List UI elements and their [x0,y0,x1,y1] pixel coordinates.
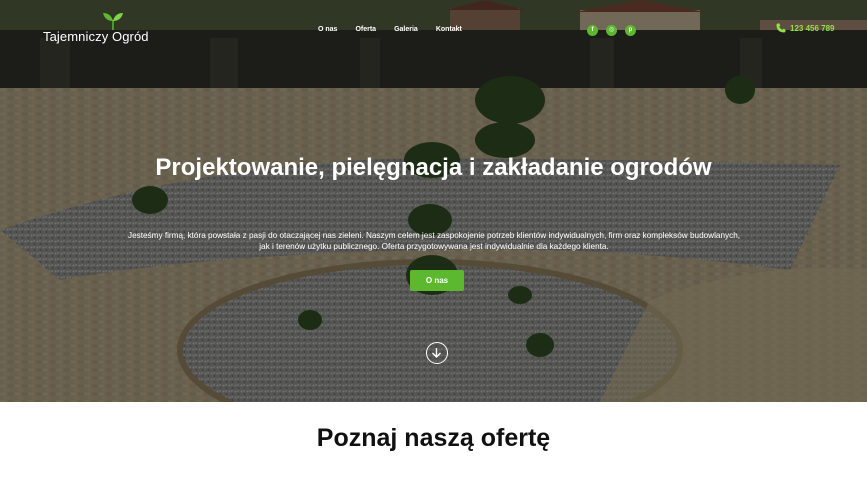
leaf-logo-icon [103,13,123,30]
phone-number: 123 456 789 [790,23,835,33]
logo[interactable]: Tajemniczy Ogród [43,12,158,46]
pinterest-icon[interactable]: p [625,25,636,36]
menu-item-galeria[interactable]: Galeria [394,26,418,33]
logo-text: Tajemniczy Ogród [43,29,149,44]
main-menu: O nas Oferta Galeria Kontakt [318,26,462,33]
social-links: f ◎ p [587,25,636,36]
top-navigation: Tajemniczy Ogród O nas Oferta Galeria Ko… [0,0,867,60]
menu-item-o-nas[interactable]: O nas [318,26,337,33]
facebook-icon[interactable]: f [587,25,598,36]
phone-link[interactable]: 123 456 789 [776,23,835,33]
instagram-icon[interactable]: ◎ [606,25,617,36]
hero-description: Jesteśmy firmą, która powstała z pasji d… [127,231,741,251]
phone-icon [776,23,786,33]
arrow-down-icon [432,348,441,358]
hero-section: Tajemniczy Ogród O nas Oferta Galeria Ko… [0,0,867,402]
about-us-button[interactable]: O nas [410,270,464,291]
scroll-down-button[interactable] [426,342,448,364]
menu-item-kontakt[interactable]: Kontakt [436,26,462,33]
menu-item-oferta[interactable]: Oferta [355,26,376,33]
offer-section-title: Poznaj naszą ofertę [316,424,551,452]
hero-title: Projektowanie, pielęgnacja i zakładanie … [155,154,712,181]
